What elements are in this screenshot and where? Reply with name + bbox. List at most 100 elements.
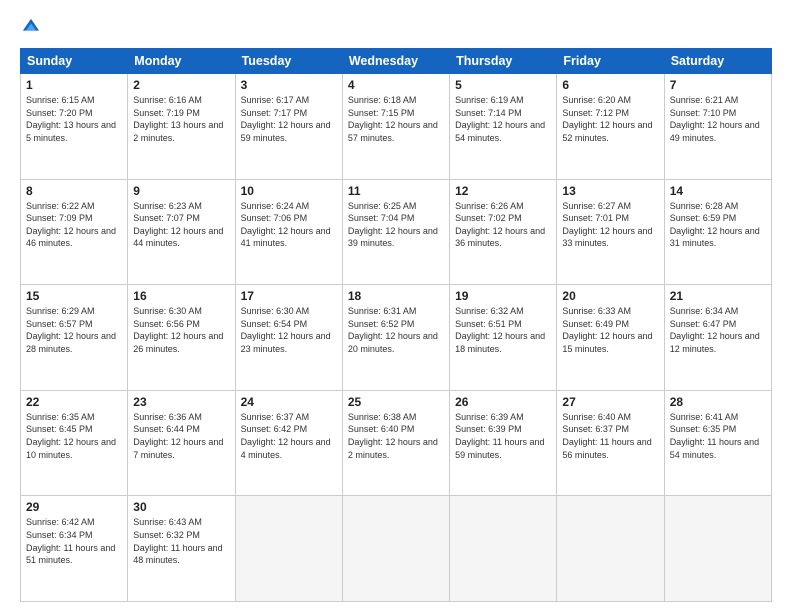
day-info: Sunrise: 6:15 AMSunset: 7:20 PMDaylight:… [26, 94, 122, 144]
day-number: 3 [241, 78, 337, 92]
day-number: 24 [241, 395, 337, 409]
day-number: 5 [455, 78, 551, 92]
day-number: 13 [562, 184, 658, 198]
calendar-cell: 8 Sunrise: 6:22 AMSunset: 7:09 PMDaylight… [21, 179, 128, 285]
day-info: Sunrise: 6:40 AMSunset: 6:37 PMDaylight:… [562, 411, 658, 461]
day-number: 30 [133, 500, 229, 514]
day-number: 26 [455, 395, 551, 409]
weekday-wednesday: Wednesday [342, 49, 449, 74]
day-number: 20 [562, 289, 658, 303]
calendar-cell: 21 Sunrise: 6:34 AMSunset: 6:47 PMDayligh… [664, 285, 771, 391]
day-info: Sunrise: 6:26 AMSunset: 7:02 PMDaylight:… [455, 200, 551, 250]
day-info: Sunrise: 6:41 AMSunset: 6:35 PMDaylight:… [670, 411, 766, 461]
day-info: Sunrise: 6:20 AMSunset: 7:12 PMDaylight:… [562, 94, 658, 144]
calendar-cell: 20 Sunrise: 6:33 AMSunset: 6:49 PMDayligh… [557, 285, 664, 391]
calendar-week-row: 29 Sunrise: 6:42 AMSunset: 6:34 PMDayligh… [21, 496, 772, 602]
weekday-sunday: Sunday [21, 49, 128, 74]
day-number: 2 [133, 78, 229, 92]
day-info: Sunrise: 6:30 AMSunset: 6:54 PMDaylight:… [241, 305, 337, 355]
day-number: 15 [26, 289, 122, 303]
calendar-cell: 17Sunrise: 6:30 AMSunset: 6:54 PMDayligh… [235, 285, 342, 391]
day-info: Sunrise: 6:43 AMSunset: 6:32 PMDaylight:… [133, 516, 229, 566]
weekday-monday: Monday [128, 49, 235, 74]
weekday-friday: Friday [557, 49, 664, 74]
day-number: 8 [26, 184, 122, 198]
calendar-cell: 13 Sunrise: 6:27 AMSunset: 7:01 PMDayligh… [557, 179, 664, 285]
calendar-body: 1 Sunrise: 6:15 AMSunset: 7:20 PMDaylight… [21, 74, 772, 602]
calendar-cell: 5 Sunrise: 6:19 AMSunset: 7:14 PMDaylight… [450, 74, 557, 180]
calendar-cell: 23 Sunrise: 6:36 AMSunset: 6:44 PMDayligh… [128, 390, 235, 496]
calendar-cell: 18 Sunrise: 6:31 AMSunset: 6:52 PMDayligh… [342, 285, 449, 391]
day-info: Sunrise: 6:27 AMSunset: 7:01 PMDaylight:… [562, 200, 658, 250]
calendar-cell: 28 Sunrise: 6:41 AMSunset: 6:35 PMDayligh… [664, 390, 771, 496]
calendar-week-row: 22 Sunrise: 6:35 AMSunset: 6:45 PMDayligh… [21, 390, 772, 496]
day-number: 25 [348, 395, 444, 409]
calendar-cell: 1 Sunrise: 6:15 AMSunset: 7:20 PMDaylight… [21, 74, 128, 180]
calendar-cell [450, 496, 557, 602]
day-number: 29 [26, 500, 122, 514]
day-info: Sunrise: 6:30 AMSunset: 6:56 PMDaylight:… [133, 305, 229, 355]
day-info: Sunrise: 6:16 AMSunset: 7:19 PMDaylight:… [133, 94, 229, 144]
day-info: Sunrise: 6:21 AMSunset: 7:10 PMDaylight:… [670, 94, 766, 144]
weekday-header-row: SundayMondayTuesdayWednesdayThursdayFrid… [21, 49, 772, 74]
calendar-cell: 3 Sunrise: 6:17 AMSunset: 7:17 PMDaylight… [235, 74, 342, 180]
day-number: 12 [455, 184, 551, 198]
calendar-page: SundayMondayTuesdayWednesdayThursdayFrid… [0, 0, 792, 612]
day-number: 1 [26, 78, 122, 92]
calendar-cell [664, 496, 771, 602]
calendar-cell: 29 Sunrise: 6:42 AMSunset: 6:34 PMDayligh… [21, 496, 128, 602]
day-number: 28 [670, 395, 766, 409]
calendar-cell: 7Sunrise: 6:21 AMSunset: 7:10 PMDaylight… [664, 74, 771, 180]
calendar-cell: 14Sunrise: 6:28 AMSunset: 6:59 PMDayligh… [664, 179, 771, 285]
calendar-cell: 6 Sunrise: 6:20 AMSunset: 7:12 PMDaylight… [557, 74, 664, 180]
calendar-cell [557, 496, 664, 602]
header [20, 16, 772, 38]
day-info: Sunrise: 6:18 AMSunset: 7:15 PMDaylight:… [348, 94, 444, 144]
calendar-week-row: 8 Sunrise: 6:22 AMSunset: 7:09 PMDaylight… [21, 179, 772, 285]
logo [20, 16, 44, 38]
day-info: Sunrise: 6:22 AMSunset: 7:09 PMDaylight:… [26, 200, 122, 250]
day-info: Sunrise: 6:23 AMSunset: 7:07 PMDaylight:… [133, 200, 229, 250]
calendar-cell: 27 Sunrise: 6:40 AMSunset: 6:37 PMDayligh… [557, 390, 664, 496]
day-info: Sunrise: 6:17 AMSunset: 7:17 PMDaylight:… [241, 94, 337, 144]
day-info: Sunrise: 6:37 AMSunset: 6:42 PMDaylight:… [241, 411, 337, 461]
day-number: 21 [670, 289, 766, 303]
calendar-cell: 9 Sunrise: 6:23 AMSunset: 7:07 PMDaylight… [128, 179, 235, 285]
day-info: Sunrise: 6:35 AMSunset: 6:45 PMDaylight:… [26, 411, 122, 461]
calendar-cell: 4Sunrise: 6:18 AMSunset: 7:15 PMDaylight… [342, 74, 449, 180]
calendar-cell: 22 Sunrise: 6:35 AMSunset: 6:45 PMDayligh… [21, 390, 128, 496]
day-info: Sunrise: 6:19 AMSunset: 7:14 PMDaylight:… [455, 94, 551, 144]
calendar-cell: 24 Sunrise: 6:37 AMSunset: 6:42 PMDayligh… [235, 390, 342, 496]
calendar-table: SundayMondayTuesdayWednesdayThursdayFrid… [20, 48, 772, 602]
calendar-cell [235, 496, 342, 602]
day-number: 9 [133, 184, 229, 198]
calendar-cell: 30 Sunrise: 6:43 AMSunset: 6:32 PMDayligh… [128, 496, 235, 602]
calendar-cell: 15 Sunrise: 6:29 AMSunset: 6:57 PMDayligh… [21, 285, 128, 391]
day-number: 23 [133, 395, 229, 409]
day-info: Sunrise: 6:32 AMSunset: 6:51 PMDaylight:… [455, 305, 551, 355]
day-info: Sunrise: 6:39 AMSunset: 6:39 PMDaylight:… [455, 411, 551, 461]
calendar-cell [342, 496, 449, 602]
calendar-cell: 19 Sunrise: 6:32 AMSunset: 6:51 PMDayligh… [450, 285, 557, 391]
logo-icon [20, 16, 42, 38]
day-number: 18 [348, 289, 444, 303]
day-info: Sunrise: 6:29 AMSunset: 6:57 PMDaylight:… [26, 305, 122, 355]
day-number: 22 [26, 395, 122, 409]
day-info: Sunrise: 6:42 AMSunset: 6:34 PMDaylight:… [26, 516, 122, 566]
day-number: 27 [562, 395, 658, 409]
day-info: Sunrise: 6:31 AMSunset: 6:52 PMDaylight:… [348, 305, 444, 355]
day-number: 19 [455, 289, 551, 303]
calendar-cell: 10Sunrise: 6:24 AMSunset: 7:06 PMDayligh… [235, 179, 342, 285]
day-info: Sunrise: 6:25 AMSunset: 7:04 PMDaylight:… [348, 200, 444, 250]
day-number: 10 [241, 184, 337, 198]
calendar-header: SundayMondayTuesdayWednesdayThursdayFrid… [21, 49, 772, 74]
calendar-week-row: 1 Sunrise: 6:15 AMSunset: 7:20 PMDaylight… [21, 74, 772, 180]
calendar-cell: 2 Sunrise: 6:16 AMSunset: 7:19 PMDaylight… [128, 74, 235, 180]
day-info: Sunrise: 6:36 AMSunset: 6:44 PMDaylight:… [133, 411, 229, 461]
day-info: Sunrise: 6:34 AMSunset: 6:47 PMDaylight:… [670, 305, 766, 355]
weekday-tuesday: Tuesday [235, 49, 342, 74]
day-number: 6 [562, 78, 658, 92]
day-info: Sunrise: 6:33 AMSunset: 6:49 PMDaylight:… [562, 305, 658, 355]
day-number: 16 [133, 289, 229, 303]
calendar-cell: 11Sunrise: 6:25 AMSunset: 7:04 PMDayligh… [342, 179, 449, 285]
